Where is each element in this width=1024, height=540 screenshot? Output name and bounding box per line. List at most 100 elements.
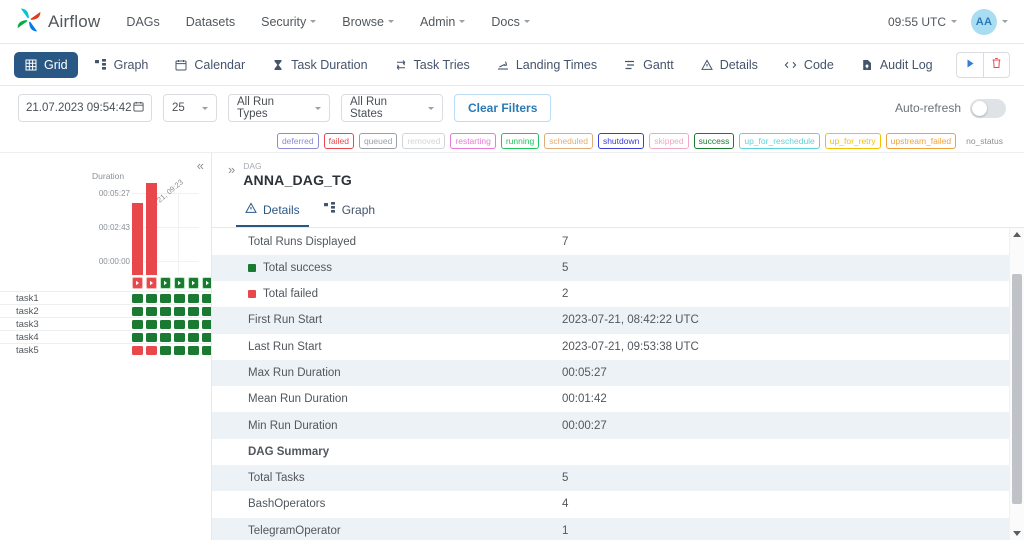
- task-instance-success[interactable]: [146, 293, 157, 303]
- legend-chip-scheduled[interactable]: scheduled: [544, 132, 593, 150]
- legend-chip-no_status[interactable]: no_status: [961, 132, 1008, 150]
- task-instance-success[interactable]: [202, 332, 211, 342]
- legend-chip-success[interactable]: success: [693, 132, 735, 150]
- run-date-input[interactable]: 21.07.2023 09:54:42: [18, 94, 152, 122]
- duration-bar[interactable]: [146, 183, 157, 275]
- task-instance-success[interactable]: [188, 306, 199, 316]
- hourglass-icon: [271, 58, 285, 72]
- navbar-right: 09:55 UTC AA: [888, 8, 1008, 35]
- legend-chip-up_for_reschedule[interactable]: up_for_reschedule: [739, 132, 820, 150]
- task-instance-success[interactable]: [174, 319, 185, 329]
- task-row[interactable]: task2: [0, 304, 211, 317]
- tab-grid[interactable]: Grid: [14, 51, 78, 78]
- task-instance-success[interactable]: [202, 345, 211, 355]
- details-key-label: Total Tasks: [248, 472, 305, 485]
- task-instance-success[interactable]: [132, 332, 143, 342]
- nav-link-datasets[interactable]: Datasets: [186, 15, 235, 29]
- dag-run-failed[interactable]: [132, 277, 143, 289]
- clear-filters-button[interactable]: Clear Filters: [454, 94, 552, 122]
- run-count-select[interactable]: 25: [163, 94, 217, 122]
- dag-run-success[interactable]: [160, 277, 171, 289]
- tab-landing-times[interactable]: Landing Times: [486, 52, 607, 78]
- user-menu[interactable]: AA: [971, 8, 1008, 35]
- task-name: task3: [16, 318, 39, 330]
- tab-details[interactable]: Details: [690, 52, 768, 78]
- run-type-select[interactable]: All Run Types: [228, 94, 330, 122]
- tab-task-duration[interactable]: Task Duration: [261, 52, 377, 78]
- utc-clock[interactable]: 09:55 UTC: [888, 15, 957, 29]
- auto-refresh-toggle[interactable]: [970, 98, 1006, 118]
- task-instance-success[interactable]: [188, 293, 199, 303]
- task-instance-failed[interactable]: [146, 345, 157, 355]
- task-instance-success[interactable]: [174, 345, 185, 355]
- task-instance-success[interactable]: [202, 306, 211, 316]
- task-instance-success[interactable]: [146, 319, 157, 329]
- run-state-select[interactable]: All Run States: [341, 94, 443, 122]
- task-instance-success[interactable]: [160, 332, 171, 342]
- dag-run-success[interactable]: [188, 277, 199, 289]
- caret-up-icon[interactable]: [1010, 228, 1024, 242]
- legend-chip-removed[interactable]: removed: [402, 132, 446, 150]
- calendar-picker-icon[interactable]: [133, 101, 144, 115]
- task-instance-failed[interactable]: [132, 345, 143, 355]
- dag-run-success[interactable]: [174, 277, 185, 289]
- task-instance-success[interactable]: [160, 319, 171, 329]
- details-row-key: Total Tasks: [212, 472, 562, 484]
- tab-code[interactable]: Code: [774, 52, 844, 78]
- legend-chip-shutdown[interactable]: shutdown: [597, 132, 645, 150]
- caret-down-icon[interactable]: [1010, 526, 1024, 540]
- task-instance-success[interactable]: [174, 306, 185, 316]
- details-key-label: Total failed: [263, 288, 318, 301]
- legend-chip-up_for_retry[interactable]: up_for_retry: [824, 132, 881, 150]
- task-instance-success[interactable]: [174, 293, 185, 303]
- tab-graph[interactable]: Graph: [84, 52, 159, 78]
- details-scrollbar[interactable]: [1009, 228, 1024, 540]
- brand-logo[interactable]: Airflow: [16, 7, 100, 36]
- nav-link-security[interactable]: Security: [261, 15, 317, 29]
- trigger-dag-button[interactable]: [956, 51, 983, 78]
- task-row[interactable]: task3: [0, 317, 211, 330]
- task-instance-success[interactable]: [160, 293, 171, 303]
- task-instance-success[interactable]: [132, 319, 143, 329]
- tab-label: Task Tries: [413, 57, 470, 72]
- task-instance-success[interactable]: [160, 345, 171, 355]
- legend-chip-skipped[interactable]: skipped: [649, 132, 689, 150]
- task-instance-success[interactable]: [188, 319, 199, 329]
- delete-dag-button[interactable]: [983, 51, 1010, 78]
- legend-chip-running[interactable]: running: [500, 132, 540, 150]
- tab-task-tries[interactable]: Task Tries: [384, 52, 480, 78]
- subtab-graph[interactable]: Graph: [315, 197, 384, 227]
- task-instance-success[interactable]: [146, 332, 157, 342]
- dag-run-success[interactable]: [202, 277, 211, 289]
- task-row[interactable]: task5: [0, 343, 211, 356]
- task-instance-success[interactable]: [188, 345, 199, 355]
- dag-run-failed[interactable]: [146, 277, 157, 289]
- task-row[interactable]: task4: [0, 330, 211, 343]
- nav-link-browse[interactable]: Browse: [342, 15, 394, 29]
- task-instance-success[interactable]: [174, 332, 185, 342]
- task-instance-success[interactable]: [202, 319, 211, 329]
- chevron-double-right-icon[interactable]: »: [228, 161, 235, 179]
- duration-bar[interactable]: [132, 203, 143, 275]
- nav-link-admin[interactable]: Admin: [420, 15, 466, 29]
- scrollbar-thumb[interactable]: [1012, 274, 1022, 504]
- subtab-details[interactable]: Details: [236, 197, 309, 228]
- task-instance-success[interactable]: [132, 306, 143, 316]
- legend-chip-failed[interactable]: failed: [323, 132, 354, 150]
- task-instance-cells: [132, 332, 211, 342]
- nav-link-dags[interactable]: DAGs: [126, 15, 159, 29]
- task-instance-success[interactable]: [146, 306, 157, 316]
- legend-chip-queued[interactable]: queued: [358, 132, 398, 150]
- task-instance-success[interactable]: [132, 293, 143, 303]
- legend-chip-deferred[interactable]: deferred: [276, 132, 319, 150]
- task-instance-success[interactable]: [202, 293, 211, 303]
- task-row[interactable]: task1: [0, 291, 211, 304]
- tab-audit-log[interactable]: Audit Log: [850, 52, 943, 78]
- legend-chip-restarting[interactable]: restarting: [450, 132, 496, 150]
- nav-link-docs[interactable]: Docs: [491, 15, 530, 29]
- legend-chip-upstream_failed[interactable]: upstream_failed: [885, 132, 957, 150]
- task-instance-success[interactable]: [160, 306, 171, 316]
- tab-gantt[interactable]: Gantt: [613, 52, 684, 78]
- task-instance-success[interactable]: [188, 332, 199, 342]
- tab-calendar[interactable]: Calendar: [164, 52, 255, 78]
